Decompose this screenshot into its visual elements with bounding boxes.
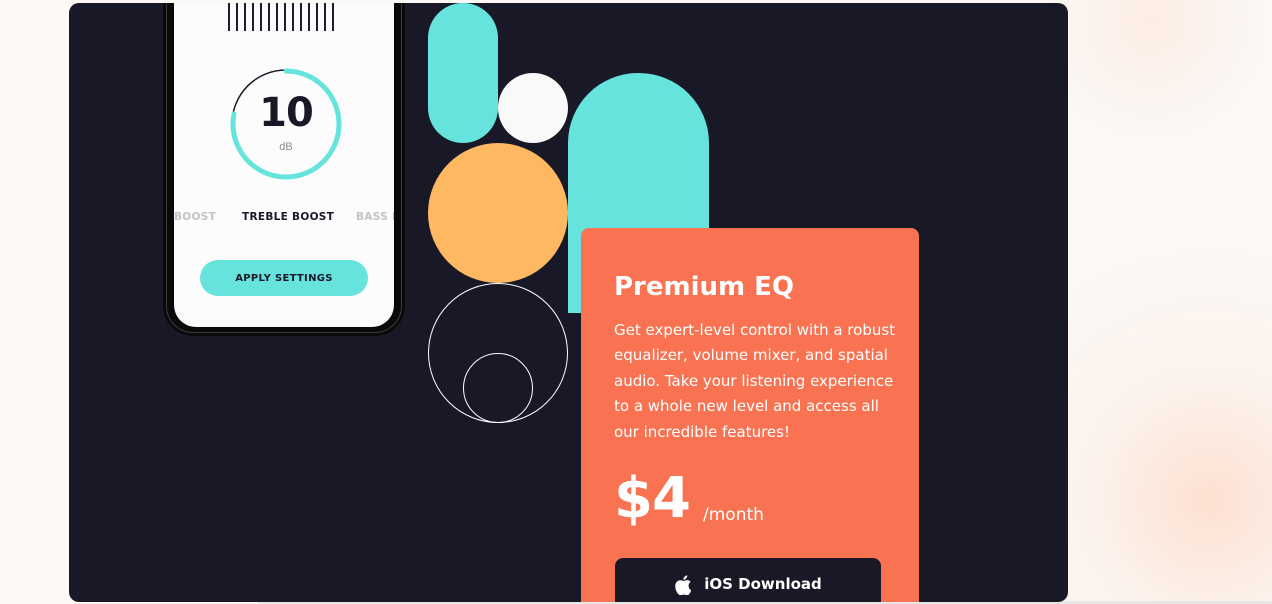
phone-screen: 10 dB BOOST TREBLE BOOST BASS B APPLY SE…	[174, 3, 394, 327]
volume-dial[interactable]: 10 dB	[230, 68, 342, 180]
orange-circle-shape	[428, 143, 568, 283]
pricing-card: Premium EQ Get expert-level control with…	[581, 228, 919, 602]
dial-unit: dB	[279, 141, 293, 153]
ios-download-label: iOS Download	[704, 575, 822, 593]
preset-bass-boost[interactable]: BASS B	[356, 211, 394, 223]
card-description: Get expert-level control with a robust e…	[614, 321, 896, 441]
outline-circle-small	[463, 353, 533, 423]
white-circle-shape	[498, 73, 568, 143]
dial-value: 10	[259, 90, 314, 136]
preset-treble-boost[interactable]: TREBLE BOOST	[242, 211, 334, 223]
apply-settings-button[interactable]: APPLY SETTINGS	[200, 260, 368, 296]
card-title: Premium EQ	[614, 272, 795, 302]
ios-download-button[interactable]: iOS Download	[615, 558, 881, 602]
hero-panel: 10 dB BOOST TREBLE BOOST BASS B APPLY SE…	[69, 3, 1068, 602]
phone-mockup: 10 dB BOOST TREBLE BOOST BASS B APPLY SE…	[163, 3, 405, 336]
apple-icon	[675, 575, 692, 595]
equalizer-bars	[228, 3, 340, 31]
teal-pill-shape	[428, 3, 498, 143]
preset-boost[interactable]: BOOST	[174, 211, 216, 223]
price-period: /month	[703, 505, 764, 525]
price-amount: $4	[614, 466, 691, 531]
